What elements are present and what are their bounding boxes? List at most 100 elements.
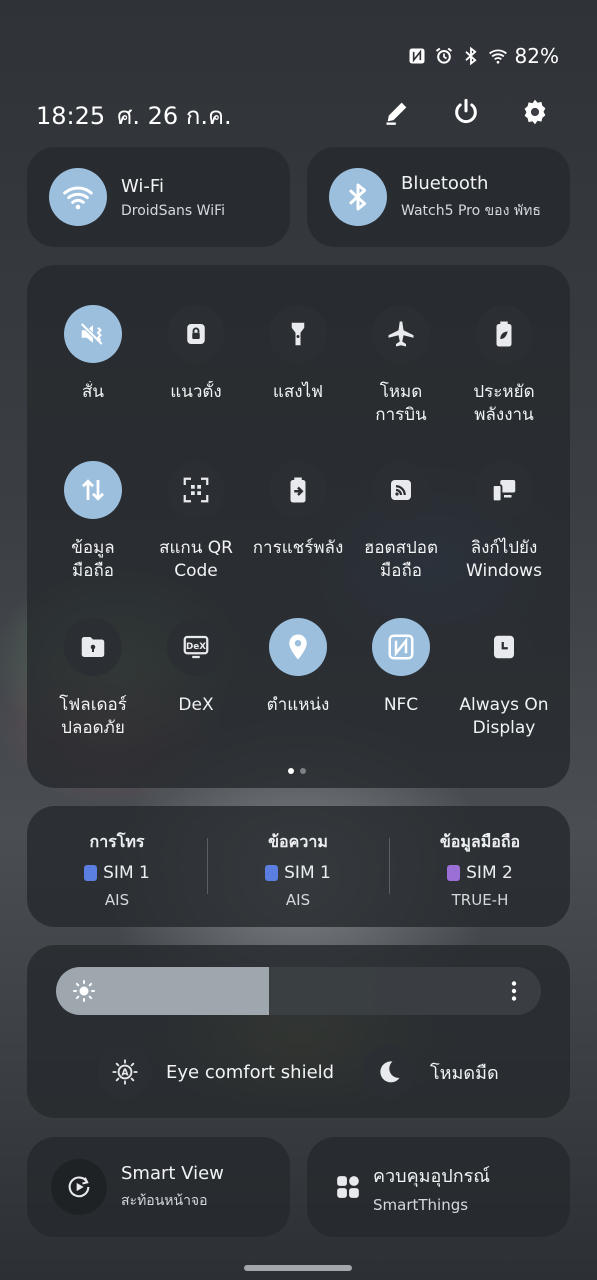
device-control-icon (337, 1176, 359, 1198)
tile-label: Always On Display (459, 695, 549, 738)
sim-heading: ข้อความ (268, 832, 328, 851)
battery-level: 82% (514, 44, 559, 68)
sim-card-icon (84, 865, 98, 881)
gear-icon (524, 99, 546, 125)
flashlight-icon (291, 322, 305, 346)
tile-location[interactable]: ตำแหน่ง (243, 618, 353, 717)
tile-hotspot[interactable]: ฮอตสปอต มือถือ (346, 461, 456, 583)
eye-comfort-toggle[interactable]: A Eye comfort shield (98, 1045, 334, 1099)
mobile-data-icon (82, 479, 104, 501)
edit-button[interactable] (377, 92, 417, 132)
sim-carrier: TRUE-H (451, 891, 509, 909)
eye-comfort-icon: A (112, 1059, 138, 1085)
page-indicator (288, 768, 306, 774)
pencil-icon (386, 102, 407, 125)
sim-carrier: AIS (285, 891, 311, 909)
sim-messages[interactable]: ข้อความ SIM 1 AIS (208, 830, 388, 909)
tile-sound-mode[interactable]: สั่น (38, 305, 148, 404)
sim-slot: SIM 1 (284, 863, 331, 883)
page-dot (300, 768, 306, 774)
aod-icon (494, 635, 514, 659)
tile-qr-scan[interactable]: สแกน QR Code (141, 461, 251, 583)
smart-view-tile[interactable]: Smart View สะท้อนหน้าจอ (27, 1137, 290, 1237)
sim-card-icon (265, 865, 279, 881)
settings-button[interactable] (515, 92, 555, 132)
nfc-tile-icon (388, 634, 414, 660)
tile-secure-folder[interactable]: โฟลเดอร์ ปลอดภัย (38, 618, 148, 740)
smartthings-tile[interactable]: ควบคุมอุปกรณ์ SmartThings (307, 1137, 570, 1237)
tile-label: ประหยัด พลังงาน (473, 382, 535, 425)
sim-calls[interactable]: การโทร SIM 1 AIS (27, 830, 207, 909)
tile-label: DeX (178, 695, 214, 715)
nfc-icon (409, 48, 425, 64)
clock[interactable]: 18:25 (36, 102, 105, 130)
tile-label: แนวตั้ง (170, 382, 222, 402)
bluetooth-tile[interactable]: Bluetooth Watch5 Pro ของ พัทธ (307, 147, 570, 247)
svg-text:A: A (121, 1068, 129, 1079)
wifi-icon (63, 186, 93, 210)
wifi-label: Wi-Fi (121, 175, 164, 197)
smart-view-subtitle: สะท้อนหน้าจอ (121, 1192, 208, 1209)
smartthings-title: ควบคุมอุปกรณ์ (373, 1165, 490, 1187)
page-dot-active (288, 768, 294, 774)
tile-link-windows[interactable]: ลิงก์ไปยัง Windows (449, 461, 559, 583)
tile-label: โหมด การบิน (375, 382, 427, 425)
tile-label: แสงไฟ (272, 382, 324, 402)
tile-flashlight[interactable]: แสงไฟ (243, 305, 353, 404)
tile-rotation[interactable]: แนวตั้ง (141, 305, 251, 404)
hotspot-icon (391, 480, 411, 500)
vibrate-icon (80, 322, 104, 346)
tile-nfc[interactable]: NFC (346, 618, 456, 717)
tile-label: ลิงก์ไปยัง Windows (466, 538, 542, 581)
sim-card-icon (447, 865, 461, 881)
battery-saver-icon (496, 321, 512, 347)
tile-airplane[interactable]: โหมด การบิน (346, 305, 456, 427)
tile-label: สั่น (82, 382, 104, 402)
sun-icon (73, 980, 95, 1002)
brightness-slider[interactable] (56, 967, 541, 1015)
tile-label: สแกน QR Code (159, 538, 233, 581)
tile-label: ฮอตสปอต มือถือ (363, 538, 439, 581)
tile-power-saving[interactable]: ประหยัด พลังงาน (449, 305, 559, 427)
drag-handle[interactable] (244, 1265, 352, 1271)
tile-mobile-data[interactable]: ข้อมูล มือถือ (38, 461, 148, 583)
power-button[interactable] (446, 92, 486, 132)
bluetooth-label: Bluetooth (401, 172, 489, 194)
sim-slot: SIM 2 (466, 863, 513, 883)
tile-always-on-display[interactable]: Always On Display (449, 618, 559, 740)
wifi-icon (488, 49, 507, 64)
tile-dex[interactable]: DeX DeX (141, 618, 251, 717)
power-icon (455, 98, 477, 124)
portrait-lock-icon (187, 324, 205, 344)
dark-mode-toggle[interactable]: โหมดมืด (362, 1045, 499, 1099)
airplane-icon (388, 321, 414, 347)
tile-label: โฟลเดอร์ ปลอดภัย (59, 695, 127, 738)
wifi-tile[interactable]: Wi-Fi DroidSans WiFi (27, 147, 290, 247)
header-datetime: 18:25 ศ. 26 ก.ค. (36, 96, 232, 135)
sim-mobile-data[interactable]: ข้อมูลมือถือ SIM 2 TRUE-H (390, 830, 570, 909)
date[interactable]: ศ. 26 ก.ค. (117, 96, 232, 135)
bluetooth-toggle[interactable] (329, 168, 387, 226)
secure-folder-icon (81, 637, 105, 657)
dex-icon: DeX (183, 635, 209, 659)
smart-view-title: Smart View (121, 1162, 224, 1184)
sim-slot: SIM 1 (103, 863, 150, 883)
qr-scan-icon (183, 477, 209, 503)
tile-label: NFC (383, 695, 419, 715)
moon-icon (380, 1061, 400, 1083)
more-options-icon[interactable] (502, 979, 526, 1003)
wifi-toggle[interactable] (49, 168, 107, 226)
location-icon (289, 634, 307, 660)
smart-view-icon (68, 1176, 90, 1198)
status-bar: 82% (407, 44, 559, 68)
smartthings-subtitle: SmartThings (373, 1195, 469, 1214)
sim-heading: การโทร (89, 832, 145, 851)
wifi-network: DroidSans WiFi (121, 202, 226, 219)
bluetooth-icon (464, 46, 477, 66)
sim-carrier: AIS (104, 891, 130, 909)
alarm-icon (435, 47, 452, 64)
bluetooth-device: Watch5 Pro ของ พัทธ (401, 202, 541, 219)
tile-power-share[interactable]: การแชร์พลัง (243, 461, 353, 560)
tile-label: การแชร์พลัง (252, 538, 344, 558)
power-share-icon (290, 477, 306, 503)
